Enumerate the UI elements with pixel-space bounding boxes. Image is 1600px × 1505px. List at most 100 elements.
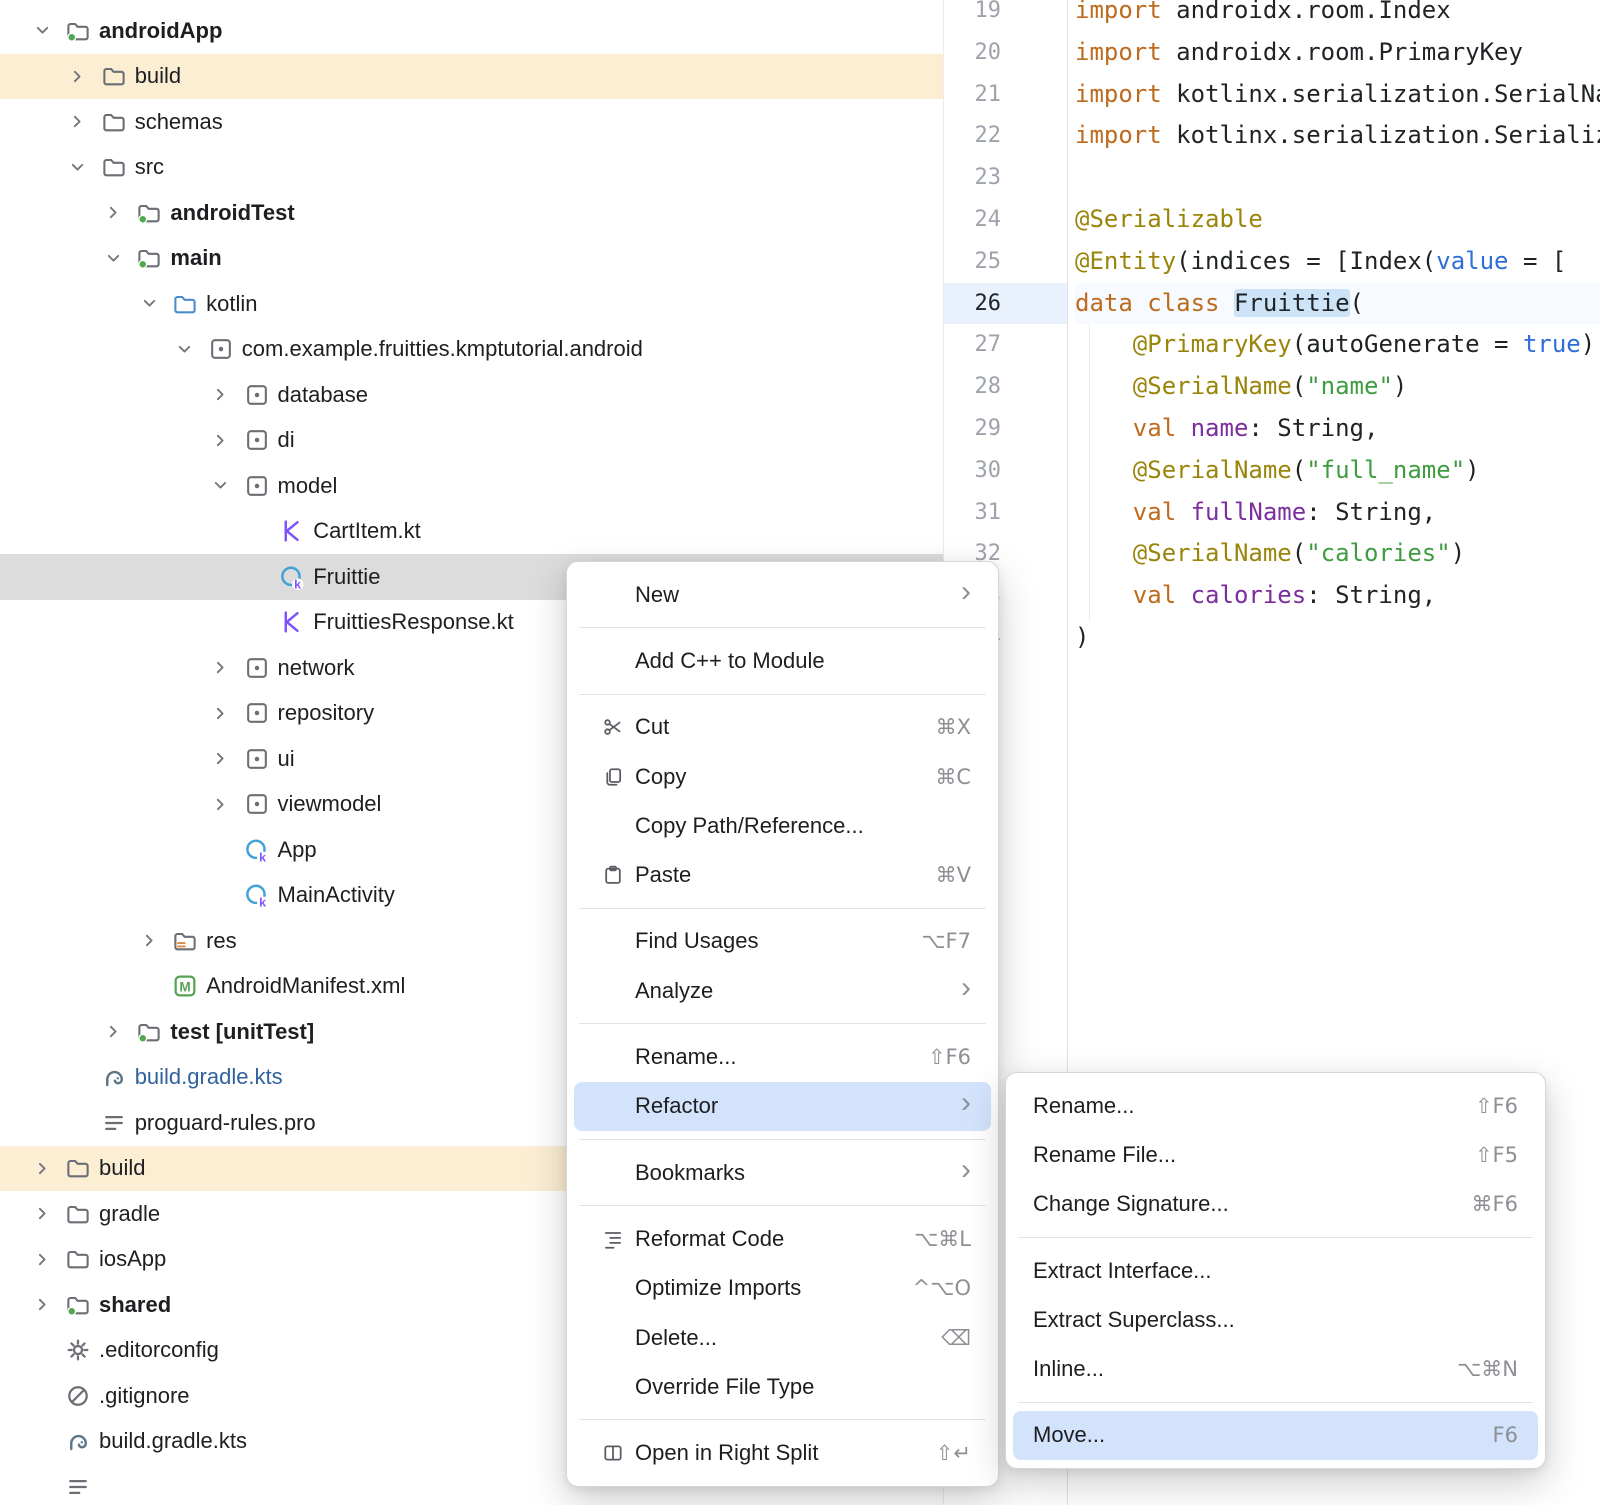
code-line[interactable]: @SerialName("name") [1075, 366, 1600, 408]
code-line[interactable]: @SerialName("calories") [1075, 533, 1600, 575]
code-line[interactable]: import kotlinx.serialization.Serializabl… [1075, 115, 1600, 157]
menu-item-copy-path-reference[interactable]: Copy Path/Reference... [574, 801, 991, 850]
code-line[interactable]: val fullName: String, [1075, 492, 1600, 534]
chevron-right-icon[interactable] [209, 656, 233, 680]
tree-item-label: CartItem.kt [313, 518, 421, 544]
menu-item-extract-superclass[interactable]: Extract Superclass... [1013, 1295, 1538, 1344]
tree-item-model[interactable]: model [0, 463, 943, 509]
code-line[interactable]: data class Fruittie( [1075, 283, 1600, 325]
menu-item-rename-file[interactable]: Rename File...⇧F5 [1013, 1130, 1538, 1179]
chevron-right-icon[interactable] [30, 1156, 54, 1180]
tree-item-di[interactable]: di [0, 418, 943, 464]
tree-item-main[interactable]: main [0, 236, 943, 282]
line-number[interactable]: 24 [944, 199, 1067, 241]
menu-item-extract-interface[interactable]: Extract Interface... [1013, 1246, 1538, 1295]
tree-item-build[interactable]: build [0, 54, 943, 100]
menu-item-cut[interactable]: Cut ⌘X [574, 703, 991, 752]
menu-item-move[interactable]: Move...F6 [1013, 1411, 1538, 1460]
menu-item-copy[interactable]: Copy⌘C [574, 752, 991, 801]
chevron-down-icon[interactable] [30, 19, 54, 43]
menu-item-refactor[interactable]: Refactor [574, 1082, 991, 1131]
chevron-right-icon[interactable] [209, 747, 233, 771]
chevron-down-icon[interactable] [173, 337, 197, 361]
line-number[interactable]: 28 [944, 366, 1067, 408]
chevron-right-icon[interactable] [209, 428, 233, 452]
chevron-down-icon[interactable] [66, 155, 90, 179]
menu-item-delete[interactable]: Delete...⌫ [574, 1313, 991, 1362]
chevron-right-icon[interactable] [30, 1247, 54, 1271]
code-line[interactable]: @Entity(indices = [Index(value = [ [1075, 241, 1600, 283]
menu-item-find-usages[interactable]: Find Usages⌥F7 [574, 917, 991, 966]
tree-item-androidapp[interactable]: androidApp [0, 8, 943, 54]
chevron-down-icon[interactable] [137, 292, 161, 316]
menu-item-override-file-type[interactable]: Override File Type [574, 1362, 991, 1411]
chevron-right-icon[interactable] [209, 792, 233, 816]
tree-item-kotlin[interactable]: kotlin [0, 281, 943, 327]
code-line[interactable]: @PrimaryKey(autoGenerate = true) [1075, 324, 1600, 366]
chevron-down-icon[interactable] [101, 246, 125, 270]
svg-text:k: k [259, 850, 266, 862]
menu-separator [579, 627, 986, 628]
line-number[interactable]: 27 [944, 324, 1067, 366]
menu-item-paste[interactable]: Paste⌘V [574, 850, 991, 899]
code-line[interactable]: val calories: String, [1075, 575, 1600, 617]
line-number[interactable]: 31 [944, 492, 1067, 534]
tree-item-database[interactable]: database [0, 372, 943, 418]
code-line[interactable]: import androidx.room.PrimaryKey [1075, 32, 1600, 74]
menu-item-label: Move... [1033, 1422, 1105, 1448]
menu-item-optimize-imports[interactable]: Optimize Imports^⌥O [574, 1264, 991, 1313]
chevron-right-icon[interactable] [101, 201, 125, 225]
chevron-right-icon[interactable] [209, 701, 233, 725]
code-line[interactable] [1075, 157, 1600, 199]
menu-item-label: Cut [635, 714, 669, 740]
chevron-right-icon[interactable] [101, 1020, 125, 1044]
code-line[interactable]: val name: String, [1075, 408, 1600, 450]
menu-item-reformat-code[interactable]: Reformat Code⌥⌘L [574, 1214, 991, 1263]
menu-item-inline[interactable]: Inline...⌥⌘N [1013, 1344, 1538, 1393]
menu-item-add-c-to-module[interactable]: Add C++ to Module [574, 636, 991, 685]
code-token: androidx.room.PrimaryKey [1176, 38, 1523, 66]
tree-item-schemas[interactable]: schemas [0, 99, 943, 145]
code-token: @PrimaryKey [1133, 330, 1292, 358]
tree-item-cartitem-kt[interactable]: CartItem.kt [0, 509, 943, 555]
line-number[interactable]: 22 [944, 115, 1067, 157]
line-number[interactable]: 29 [944, 408, 1067, 450]
menu-item-rename[interactable]: Rename...⇧F6 [574, 1032, 991, 1081]
chevron-right-icon[interactable] [209, 383, 233, 407]
folder-icon [101, 63, 127, 89]
chevron-right-icon[interactable] [66, 110, 90, 134]
menu-item-bookmarks[interactable]: Bookmarks [574, 1148, 991, 1197]
line-number[interactable]: 19 [944, 0, 1067, 32]
chevron-spacer [209, 838, 233, 862]
menu-item-rename[interactable]: Rename...⇧F6 [1013, 1081, 1538, 1130]
line-number[interactable]: 20 [944, 32, 1067, 74]
code-line[interactable]: ) [1075, 617, 1600, 659]
menu-item-right [961, 1158, 971, 1188]
submenu-arrow-icon [961, 580, 971, 610]
tree-item-label: viewmodel [278, 791, 382, 817]
menu-item-open-in-right-split[interactable]: Open in Right Split⇧↵ [574, 1428, 991, 1477]
code-line[interactable]: @Serializable [1075, 199, 1600, 241]
menu-item-new[interactable]: New [574, 570, 991, 619]
line-number[interactable]: 23 [944, 157, 1067, 199]
line-number[interactable]: 30 [944, 450, 1067, 492]
tree-item-com-example-fruitties-kmptutorial-android[interactable]: com.example.fruitties.kmptutorial.androi… [0, 327, 943, 373]
menu-item-change-signature[interactable]: Change Signature...⌘F6 [1013, 1180, 1538, 1229]
code-line[interactable]: @SerialName("full_name") [1075, 450, 1600, 492]
chevron-right-icon[interactable] [137, 929, 161, 953]
code-line[interactable]: import androidx.room.Index [1075, 0, 1600, 32]
menu-item-analyze[interactable]: Analyze [574, 966, 991, 1015]
chevron-right-icon[interactable] [30, 1202, 54, 1226]
chevron-down-icon[interactable] [209, 474, 233, 498]
line-number[interactable]: 26 [944, 283, 1067, 325]
line-number[interactable]: 21 [944, 74, 1067, 116]
menu-item-right: ⇧F6 [1475, 1094, 1518, 1118]
line-number[interactable]: 25 [944, 241, 1067, 283]
tree-item-androidtest[interactable]: androidTest [0, 190, 943, 236]
chevron-right-icon[interactable] [66, 64, 90, 88]
tree-item-src[interactable]: src [0, 145, 943, 191]
code-line[interactable]: import kotlinx.serialization.SerialName [1075, 74, 1600, 116]
menu-shortcut: ⌘X [936, 715, 971, 739]
chevron-right-icon[interactable] [30, 1293, 54, 1317]
folder-badged-icon [65, 1292, 91, 1318]
